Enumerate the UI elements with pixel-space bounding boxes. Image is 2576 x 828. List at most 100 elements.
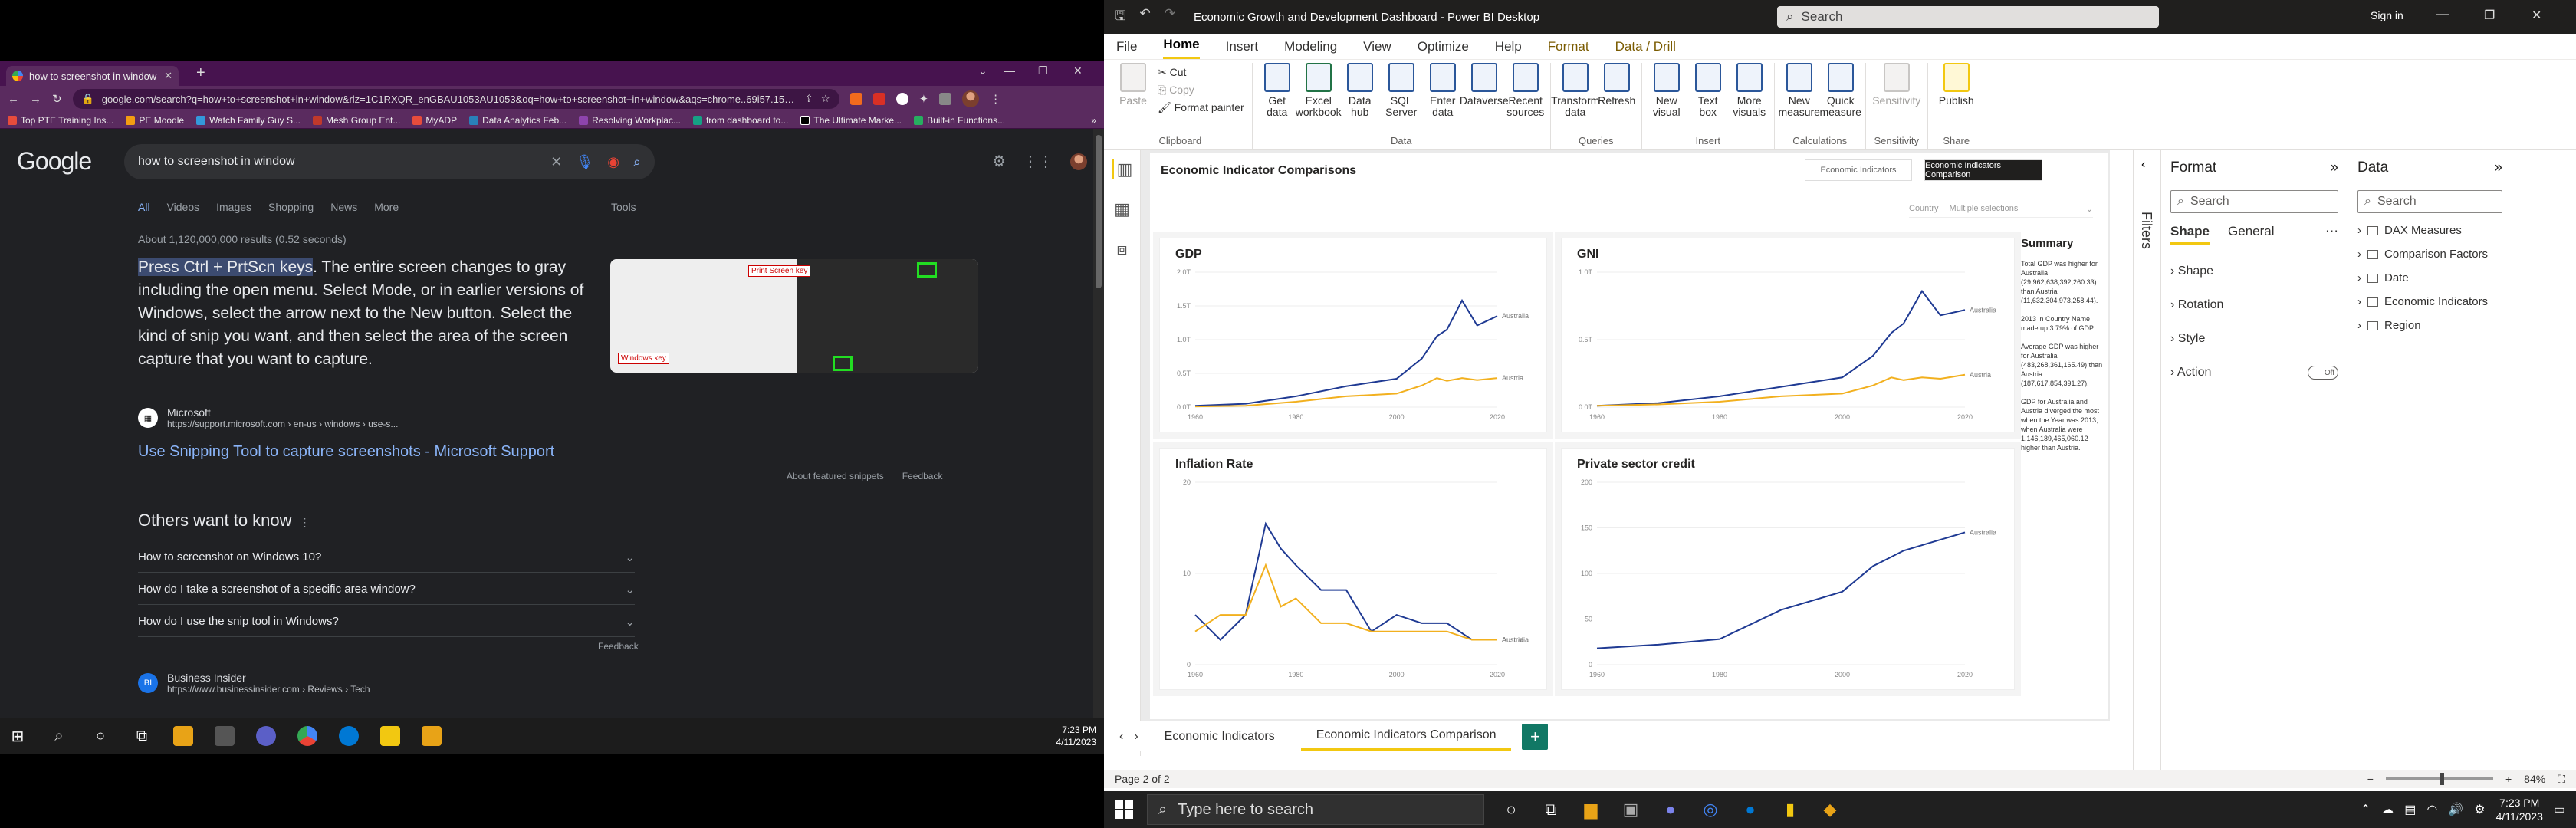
restore-icon[interactable]: ❐ (1038, 64, 1048, 77)
tab-videos[interactable]: Videos (167, 201, 200, 213)
tools-button[interactable]: Tools (611, 201, 636, 213)
minimize-icon[interactable]: — (2436, 8, 2449, 21)
skype-icon[interactable]: ● (1737, 797, 1763, 823)
menu-view[interactable]: View (1363, 39, 1392, 59)
extension-icon[interactable] (895, 93, 909, 105)
transform-data-button[interactable]: Transform data (1551, 63, 1599, 135)
menu-format[interactable]: Format (1548, 39, 1589, 59)
new-visual-button[interactable]: New visual (1650, 63, 1684, 135)
paa-question[interactable]: How do I use the snip tool in Windows? ⌄ (138, 615, 635, 629)
bookmarks-overflow-icon[interactable]: » (1091, 115, 1096, 126)
tray-overflow-icon[interactable]: ⌃ (2361, 802, 2371, 817)
nav-economic-indicators-button[interactable]: Economic Indicators (1805, 159, 1912, 181)
action-toggle[interactable]: Off (2308, 366, 2338, 380)
search-query[interactable]: how to screenshot in window (138, 155, 537, 169)
section-style[interactable]: › Style (2170, 332, 2338, 346)
enter-data-button[interactable]: Enter data (1426, 63, 1460, 135)
format-search[interactable]: ⌕ Search (2170, 190, 2338, 213)
table-economic-indicators[interactable]: › Economic Indicators (2358, 295, 2502, 308)
onedrive-icon[interactable]: ☁ (2381, 802, 2394, 817)
tab-shape[interactable]: Shape (2170, 224, 2210, 245)
feedback-link[interactable]: Feedback (902, 471, 943, 481)
tab-all[interactable]: All (138, 201, 150, 213)
format-painter-button[interactable]: 🖌 Format painter (1158, 101, 1244, 114)
bookmark-item[interactable]: Built-in Functions... (914, 115, 1005, 126)
nav-comparison-button[interactable]: Economic Indicators Comparison (1924, 159, 2042, 181)
bookmark-item[interactable]: The Ultimate Marke... (800, 115, 902, 126)
fit-page-icon[interactable]: ⛶ (2558, 773, 2565, 786)
tab-news[interactable]: News (330, 201, 357, 213)
app-icon[interactable] (422, 726, 442, 746)
data-hub-button[interactable]: Data hub (1343, 63, 1377, 135)
page-tab-comparison[interactable]: Economic Indicators Comparison (1300, 722, 1512, 751)
menu-help[interactable]: Help (1495, 39, 1522, 59)
search-icon[interactable]: ⌕ (49, 726, 69, 746)
network-icon[interactable]: ▤ (2404, 802, 2416, 817)
save-icon[interactable]: 🖫 (1115, 6, 1125, 28)
result-link[interactable]: Use Snipping Tool to capture screenshots… (138, 443, 554, 461)
reload-icon[interactable]: ↻ (52, 92, 62, 106)
country-slicer[interactable]: Country Multiple selections ⌄ (1909, 204, 2093, 218)
sidepanel-icon[interactable] (939, 93, 952, 105)
app-icon[interactable]: ◆ (1817, 797, 1843, 823)
windows-start-icon[interactable]: ⊞ (8, 726, 28, 746)
new-tab-icon[interactable]: + (196, 64, 205, 82)
powerbi-icon[interactable] (380, 726, 400, 746)
powerbi-icon[interactable]: ▮ (1777, 797, 1803, 823)
recent-sources-button[interactable]: Recent sources (1506, 63, 1544, 135)
dataverse-button[interactable]: Dataverse (1460, 63, 1509, 135)
task-view-icon[interactable]: ⧉ (1538, 797, 1564, 823)
tab-more[interactable]: More (374, 201, 399, 213)
collapse-icon[interactable]: ‹ (2141, 158, 2145, 172)
close-window-icon[interactable]: ✕ (1073, 64, 1083, 77)
close-window-icon[interactable]: ✕ (2532, 8, 2542, 23)
chart-card-private-credit[interactable]: Private sector credit 0 50 100 150 200 1960 19… (1561, 448, 2015, 690)
collapse-icon[interactable]: » (2330, 159, 2338, 176)
taskbar-clock[interactable]: 7:23 PM 4/11/2023 (1056, 724, 1097, 748)
excel-button[interactable]: Excel workbook (1296, 63, 1342, 135)
menu-insert[interactable]: Insert (1226, 39, 1259, 59)
bookmark-item[interactable]: Mesh Group Ent... (313, 115, 400, 126)
cut-button[interactable]: ✂ Cut (1158, 66, 1244, 79)
section-rotation[interactable]: › Rotation (2170, 298, 2338, 312)
bookmark-item[interactable]: Top PTE Training Ins... (8, 115, 113, 126)
about-snippets-link[interactable]: About featured snippets (787, 471, 884, 481)
source-microsoft[interactable]: ▦ Microsoft https://support.microsoft.co… (138, 406, 398, 429)
chrome-icon[interactable]: ◎ (1697, 797, 1723, 823)
cortana-icon[interactable]: ○ (1498, 797, 1524, 823)
wifi-icon[interactable]: ◠ (2426, 802, 2437, 817)
copy-button[interactable]: ⎘ Copy (1158, 84, 1244, 97)
search-icon[interactable]: ⌕ (633, 154, 641, 170)
undo-icon[interactable]: ↶ (1139, 6, 1150, 28)
table-dax-measures[interactable]: › DAX Measures (2358, 224, 2502, 237)
add-page-icon[interactable]: + (1522, 723, 1549, 750)
notifications-icon[interactable]: ▭ (2554, 802, 2565, 817)
cortana-icon[interactable]: ○ (90, 726, 110, 746)
sensitivity-button[interactable]: Sensitivity (1872, 63, 1921, 135)
address-bar[interactable]: 🔒 google.com/search?q=how+to+screenshot+… (72, 89, 840, 109)
chart-card-gdp[interactable]: GDP 0.0T 0.5T 1.0T 1.5T 2.0T 1960 1980 2000 2020… (1159, 238, 1547, 432)
get-data-button[interactable]: Get data (1260, 63, 1294, 135)
paa-feedback-link[interactable]: Feedback (598, 641, 639, 652)
mic-icon[interactable]: 🎙 (576, 154, 593, 170)
bookmark-item[interactable]: PE Moodle (126, 115, 184, 126)
minimize-icon[interactable]: — (1004, 64, 1015, 77)
bookmark-item[interactable]: Resolving Workplac... (579, 115, 681, 126)
taskbar-clock[interactable]: 7:23 PM 4/11/2023 (2496, 796, 2543, 823)
menu-home[interactable]: Home (1163, 37, 1200, 59)
table-view-icon[interactable]: ▦ (1114, 199, 1130, 219)
bookmark-item[interactable]: Data Analytics Feb... (469, 115, 567, 126)
paa-question[interactable]: How do I take a screenshot of a specific… (138, 583, 635, 596)
more-options-icon[interactable]: ⋮ (300, 516, 310, 528)
paa-question[interactable]: How to screenshot on Windows 10? ⌄ (138, 550, 635, 564)
page-tab-economic-indicators[interactable]: Economic Indicators (1149, 724, 1290, 750)
share-icon[interactable]: ⇪ (805, 93, 813, 105)
zoom-slider[interactable] (2385, 773, 2493, 785)
sql-server-button[interactable]: SQL Server (1385, 63, 1418, 135)
close-tab-icon[interactable]: ✕ (164, 70, 172, 82)
menu-file[interactable]: File (1116, 39, 1137, 59)
zoom-in-icon[interactable]: + (2505, 773, 2512, 785)
file-explorer-icon[interactable] (173, 726, 193, 746)
apps-grid-icon[interactable]: ⋮⋮ (1023, 152, 1053, 171)
collapse-icon[interactable]: » (2494, 159, 2502, 176)
